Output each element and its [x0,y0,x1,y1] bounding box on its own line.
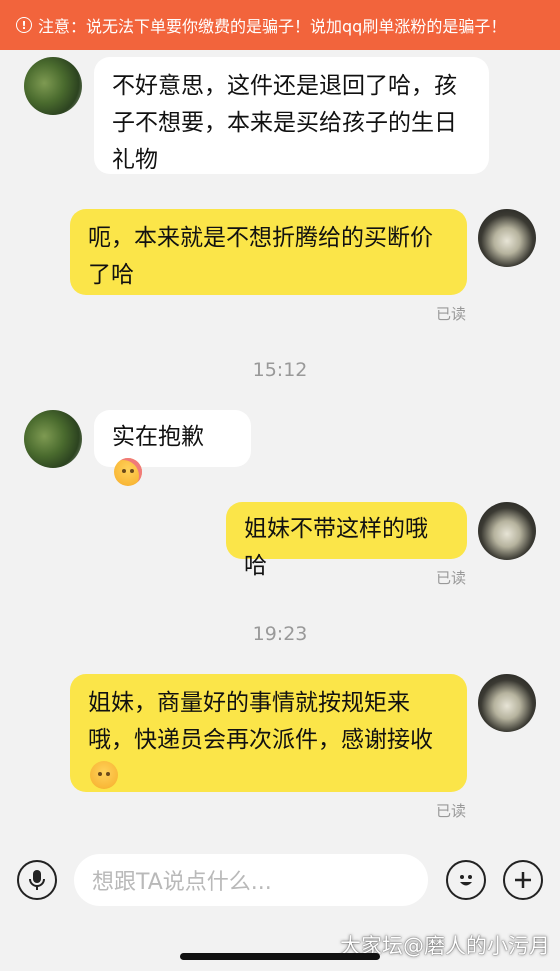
my-avatar[interactable] [478,502,536,560]
message-text: 姐妹不带这样的哦哈 [244,516,428,579]
smiley-icon [460,875,472,886]
more-actions-button[interactable] [503,860,543,900]
emoji-button[interactable] [446,860,486,900]
microphone-icon [29,870,45,890]
chat-timestamp: 19:23 [252,623,308,645]
warning-banner: ! 注意：说无法下单要你缴费的是骗子！说加qq刷单涨粉的是骗子！ [0,0,560,50]
message-text: 不好意思，这件还是退回了哈，孩子不想要，本来是买给孩子的生日礼物 [112,73,457,173]
message-text: 姐妹，商量好的事情就按规矩来哦，快递员会再次派件，感谢接收 [88,690,433,753]
my-avatar[interactable] [478,674,536,732]
contact-avatar[interactable] [24,410,82,468]
read-status: 已读 [435,569,466,587]
outgoing-message-bubble: 呃，本来就是不想折腾给的买断价了哈 [70,209,467,295]
read-status: 已读 [435,802,466,820]
plus-icon [515,872,531,888]
incoming-message-bubble: 不好意思，这件还是退回了哈，孩子不想要，本来是买给孩子的生日礼物 [94,57,489,174]
message-input[interactable]: 想跟TA说点什么... [74,854,428,906]
my-avatar[interactable] [478,209,536,267]
voice-input-button[interactable] [17,860,57,900]
smile-face-emoji-icon [90,761,118,789]
outgoing-message-bubble: 姐妹，商量好的事情就按规矩来哦，快递员会再次派件，感谢接收 [70,674,467,792]
home-indicator [180,953,380,960]
outgoing-message-bubble: 姐妹不带这样的哦哈 [226,502,467,579]
warning-banner-text: 注意：说无法下单要你缴费的是骗子！说加qq刷单涨粉的是骗子！ [38,17,507,36]
info-circle-icon: ! [16,17,32,33]
message-text: 呃，本来就是不想折腾给的买断价了哈 [88,225,433,288]
read-status: 已读 [435,305,466,323]
incoming-message-bubble: 实在抱歉 [94,410,251,486]
shy-face-emoji-icon [114,458,142,486]
contact-avatar[interactable] [24,57,82,115]
message-composer: 想跟TA说点什么... [0,850,560,910]
message-input-placeholder: 想跟TA说点什么... [92,870,272,895]
message-text: 实在抱歉 [112,424,204,450]
chat-timestamp: 15:12 [252,359,308,381]
